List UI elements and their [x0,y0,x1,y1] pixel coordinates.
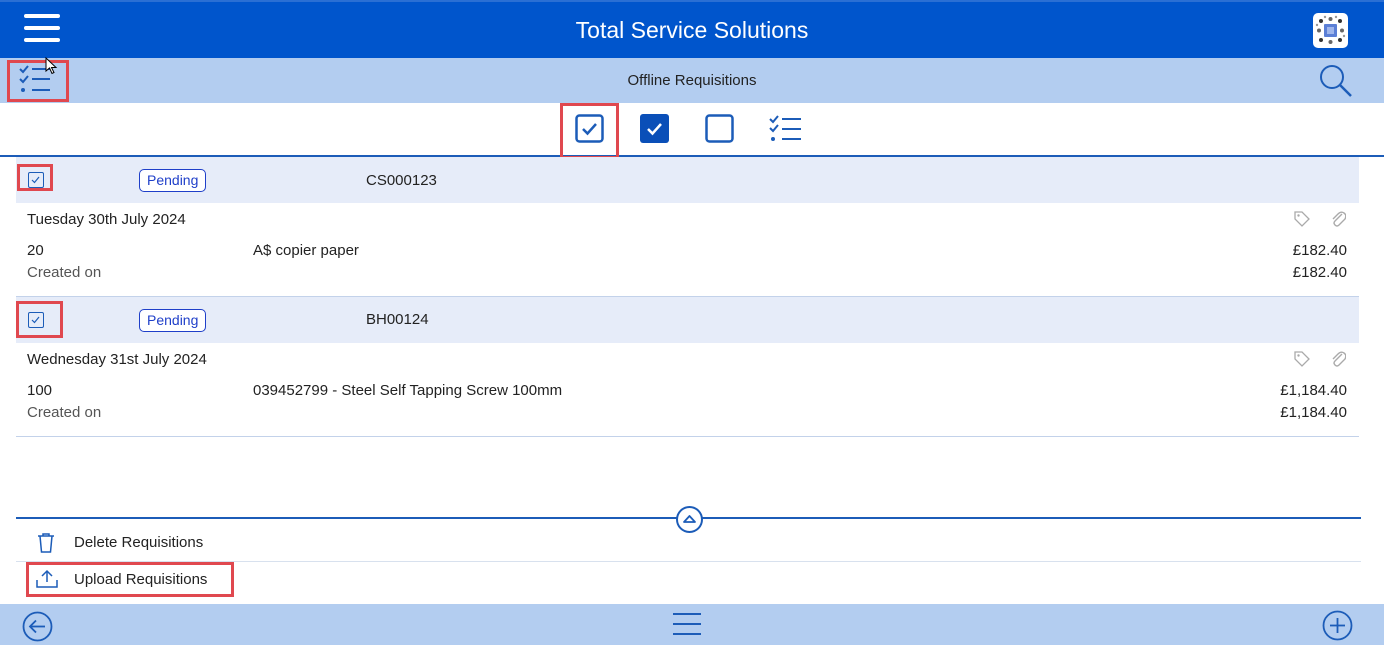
mouse-cursor-icon [45,56,59,80]
requisition-price: £1,184.40 [1280,382,1347,399]
back-arrow-icon[interactable] [22,611,53,645]
sub-header: Offline Requisitions [0,58,1384,103]
requisition-total: £182.40 [1292,264,1347,281]
requisition-total: £1,184.40 [1280,404,1347,421]
requisition-description: A$ copier paper [253,242,359,259]
tag-icon[interactable] [1294,211,1310,232]
requisition-date: Wednesday 31st July 2024 [27,351,207,368]
paperclip-icon[interactable] [1330,210,1347,233]
created-on-label: Created on [27,404,102,421]
hamburger-menu-icon[interactable] [672,611,702,642]
checkbox-filled-checked-icon[interactable] [640,114,669,148]
tag-icon[interactable] [1294,351,1310,372]
delete-requisitions-button[interactable]: Delete Requisitions [16,524,1361,562]
requisition-header-row[interactable]: Pending CS000123 [16,157,1359,203]
status-badge: Pending [139,309,207,332]
upload-requisitions-button[interactable]: Upload Requisitions [16,561,1361,599]
add-icon[interactable] [1322,610,1353,645]
status-badge: Pending [139,169,207,192]
requisition-quantity: 100 [27,382,53,399]
created-on-label: Created on [27,264,102,281]
requisition-detail[interactable]: Tuesday 30th July 2024 20 A$ copier pape… [16,203,1359,297]
requisition-description: 039452799 - Steel Self Tapping Screw 100… [253,382,563,399]
bottom-navbar [0,604,1384,645]
requisition-reference: CS000123 [366,172,437,189]
delete-requisitions-label: Delete Requisitions [74,534,204,551]
app-title: Total Service Solutions [575,17,809,43]
requisition-detail[interactable]: Wednesday 31st July 2024 100 039452799 -… [16,343,1359,437]
highlight-box [16,301,63,338]
app-logo-icon [1313,13,1348,48]
trash-icon [37,533,55,558]
requisition-date: Tuesday 30th July 2024 [27,211,186,228]
highlight-box [26,562,234,597]
app-root: Total Service Solutions Offline Requisit… [0,0,1384,645]
filter-toolbar [0,103,1384,159]
requisition-quantity: 20 [27,242,44,259]
highlight-box [560,103,619,159]
top-header: Total Service Solutions [0,0,1384,58]
highlight-box [17,164,53,191]
requisition-reference: BH00124 [366,311,429,328]
page-title: Offline Requisitions [627,72,757,89]
search-icon[interactable] [1318,63,1354,104]
requisition-header-row[interactable]: Pending BH00124 [16,297,1359,343]
checkbox-empty-icon[interactable] [705,114,734,148]
checklist-icon[interactable] [768,115,802,148]
requisition-price: £182.40 [1292,242,1347,259]
paperclip-icon[interactable] [1330,350,1347,373]
